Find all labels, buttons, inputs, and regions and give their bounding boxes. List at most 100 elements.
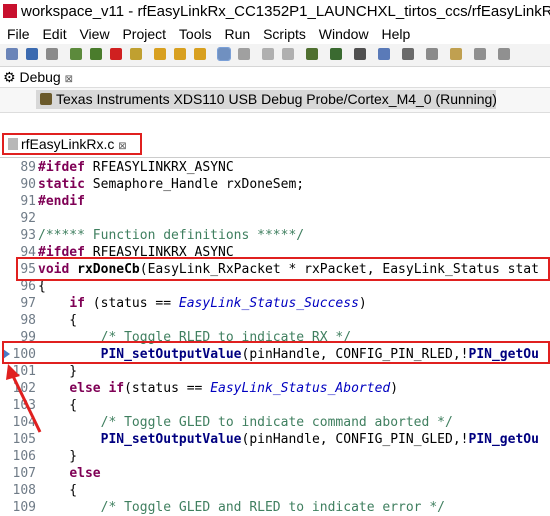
line-number: 97 [20, 296, 36, 311]
code-editor[interactable]: 89 #ifdef RFEASYLINKRX_ASYNC 90 static Sema… [0, 157, 550, 515]
code-token: #endif [38, 194, 85, 209]
step-into-icon[interactable] [154, 48, 166, 60]
debug-view-tab[interactable]: ⚙ Debug ⊠ [3, 68, 73, 86]
close-icon[interactable]: ⊠ [118, 141, 126, 152]
code-line[interactable]: if (status == EasyLink_Status_Success) [38, 295, 367, 312]
menu-help[interactable]: Help [381, 26, 410, 42]
code-line[interactable]: /***** Function definitions *****/ [38, 227, 304, 244]
menu-project[interactable]: Project [122, 26, 166, 42]
code-token: /***** Function definitions *****/ [38, 228, 305, 243]
code-token: /* Toggle GLED to indicate command abort… [38, 415, 453, 430]
code-token: EasyLink_Status_Success [178, 296, 359, 311]
code-token: RFEASYLINKRX_ASYNC [84, 160, 234, 175]
code-token: static [38, 177, 85, 192]
line-number: 107 [12, 466, 36, 481]
debug-mode-icon[interactable] [217, 47, 231, 61]
debug-target-label: Texas Instruments XDS110 USB Debug Probe… [56, 91, 496, 107]
code-line[interactable]: } [38, 448, 77, 465]
step-over-disabled-icon[interactable] [282, 48, 294, 60]
toolbar [0, 44, 550, 67]
ccs-app-icon [3, 4, 17, 18]
save-icon[interactable] [26, 48, 38, 60]
code-line[interactable]: static Semaphore_Handle rxDoneSem; [38, 176, 304, 193]
code-token: ) [358, 296, 367, 311]
code-line[interactable]: else [38, 465, 101, 482]
code-token: { [38, 313, 78, 328]
code-line[interactable]: /* Toggle GLED to indicate command abort… [38, 414, 453, 431]
suspend-icon[interactable] [130, 48, 142, 60]
menu-bar: File Edit View Project Tools Run Scripts… [0, 24, 550, 44]
menu-scripts[interactable]: Scripts [263, 26, 306, 42]
run-icon[interactable] [330, 48, 342, 60]
external-tools-icon[interactable] [354, 48, 366, 60]
step-into-disabled-icon[interactable] [262, 48, 274, 60]
code-token: if [69, 296, 85, 311]
code-token: else if [69, 381, 125, 396]
line-number: 109 [12, 500, 36, 515]
open-type-icon[interactable] [402, 48, 414, 60]
annotation-box-line-100 [2, 341, 550, 364]
line-number: 98 [20, 313, 36, 328]
line-number: 108 [12, 483, 36, 498]
build-icon[interactable] [70, 48, 82, 60]
line-number: 91 [20, 194, 36, 209]
debug-bug-icon: ⚙ [3, 69, 16, 85]
c-file-icon [8, 138, 18, 150]
code-token: else [69, 466, 101, 481]
line-number: 89 [20, 160, 36, 175]
back-icon[interactable] [474, 48, 486, 60]
new-file-icon[interactable] [6, 48, 18, 60]
line-number: 93 [20, 228, 36, 243]
code-token: PIN_getOu [468, 432, 539, 447]
code-token: #ifdef [38, 160, 85, 175]
step-over-icon[interactable] [174, 48, 186, 60]
menu-file[interactable]: File [7, 26, 30, 42]
code-line[interactable]: #endif [38, 193, 85, 210]
window-title-bar: workspace_v11 - rfEasyLinkRx_CC1352P1_LA… [0, 0, 550, 24]
menu-tools[interactable]: Tools [179, 26, 212, 42]
code-line[interactable]: #ifdef RFEASYLINKRX_ASYNC [38, 159, 234, 176]
edit-icon[interactable] [426, 48, 438, 60]
code-token: EasyLink_Status_Aborted [210, 381, 391, 396]
window-title: workspace_v11 - rfEasyLinkRx_CC1352P1_LA… [21, 3, 550, 20]
code-token: (status == [84, 296, 179, 311]
debug-run-icon[interactable] [306, 48, 318, 60]
code-token: PIN_setOutputValue [100, 432, 242, 447]
print-icon[interactable] [46, 48, 58, 60]
line-number: 106 [12, 449, 36, 464]
code-token: /* Toggle GLED and RLED to indicate erro… [38, 500, 445, 515]
line-number: 92 [20, 211, 36, 226]
annotation-arrow-icon [6, 364, 42, 433]
menu-run[interactable]: Run [225, 26, 251, 42]
code-line[interactable]: PIN_setOutputValue(pinHandle, CONFIG_PIN… [38, 431, 539, 448]
debug-tab-label: Debug [19, 69, 61, 85]
code-token: } [38, 449, 78, 464]
close-icon[interactable]: ⊠ [65, 74, 73, 85]
code-token: (pinHandle, CONFIG_PIN_GLED,! [241, 432, 469, 447]
debug-target-row[interactable]: Texas Instruments XDS110 USB Debug Probe… [36, 90, 496, 109]
annotation-box-function [16, 257, 550, 281]
debug-target-icon [40, 93, 52, 105]
annotation-icon[interactable] [450, 48, 462, 60]
step-return-icon[interactable] [194, 48, 206, 60]
code-line[interactable]: { [38, 482, 77, 499]
menu-view[interactable]: View [79, 26, 109, 42]
code-token: Semaphore_Handle rxDoneSem; [84, 177, 305, 192]
search-icon[interactable] [378, 48, 390, 60]
menu-edit[interactable]: Edit [42, 26, 66, 42]
editor-tab-rfeasylinkrx[interactable]: rfEasyLinkRx.c ⊠ [2, 133, 142, 155]
code-line[interactable]: else if(status == EasyLink_Status_Aborte… [38, 380, 398, 397]
restart-icon[interactable] [238, 48, 250, 60]
code-line[interactable]: { [38, 312, 77, 329]
editor-tab-label: rfEasyLinkRx.c [21, 136, 115, 152]
forward-icon[interactable] [498, 48, 510, 60]
code-token: (status == [124, 381, 211, 396]
code-token: { [38, 279, 46, 294]
menu-window[interactable]: Window [319, 26, 369, 42]
code-token: { [38, 483, 78, 498]
resume-icon[interactable] [90, 48, 102, 60]
code-line[interactable]: /* Toggle GLED and RLED to indicate erro… [38, 499, 445, 516]
terminate-icon[interactable] [110, 48, 122, 60]
